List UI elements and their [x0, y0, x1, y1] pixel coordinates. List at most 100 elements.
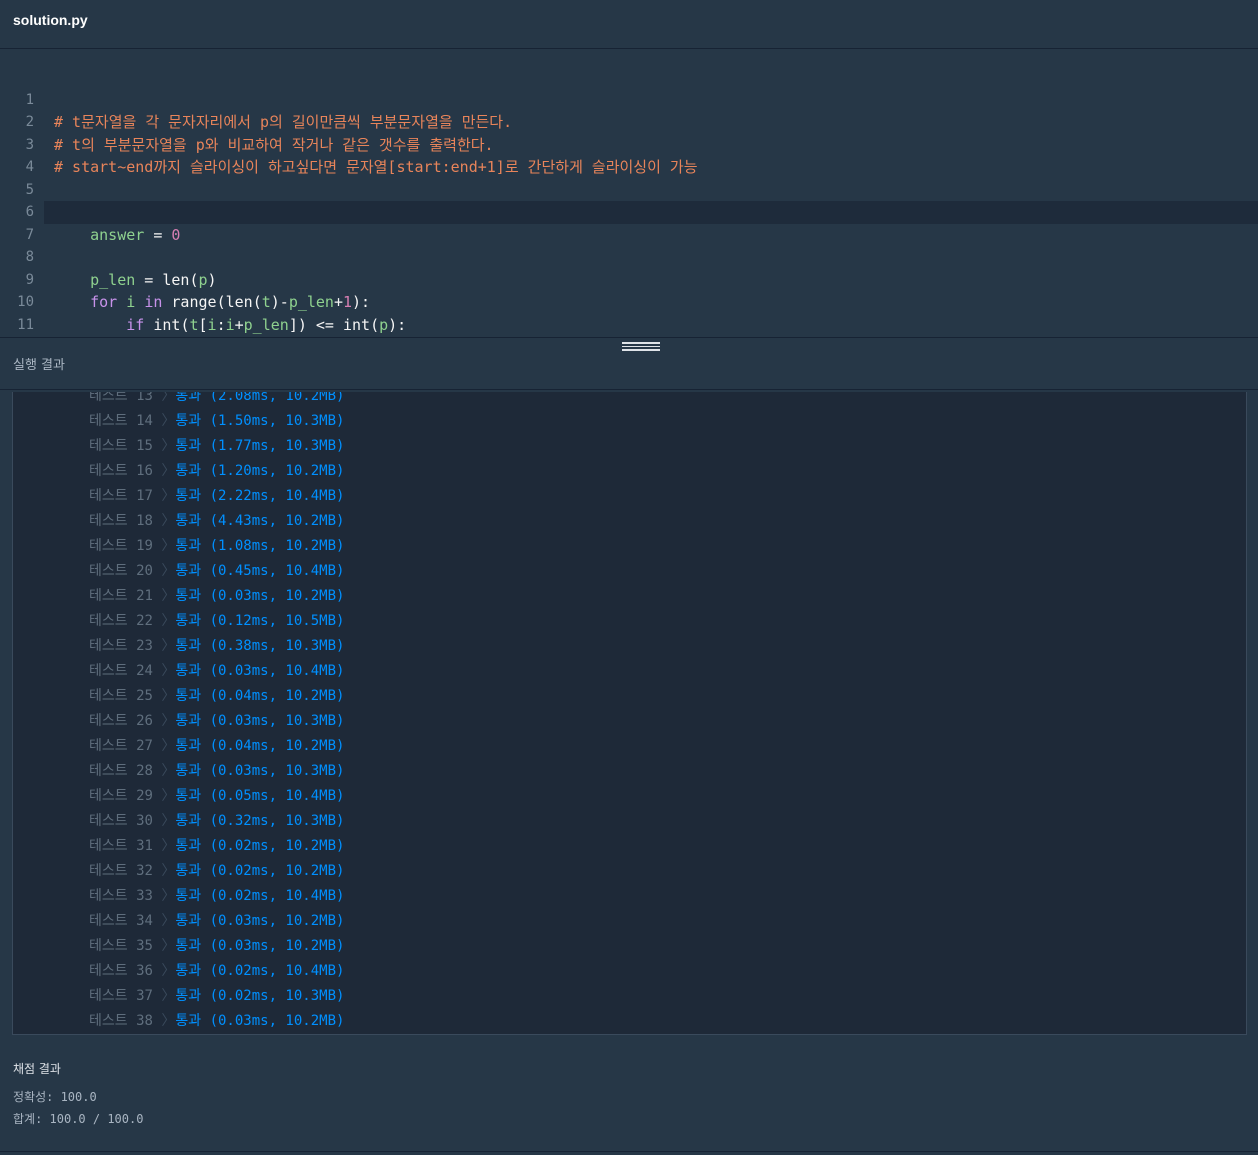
test-status: 통과: [175, 463, 202, 479]
test-status: 통과: [175, 588, 202, 604]
test-status: 통과: [175, 738, 202, 754]
test-number: 30: [136, 813, 153, 829]
test-number: 34: [136, 913, 153, 929]
test-label: 테스트: [89, 413, 128, 429]
test-label: 테스트: [89, 738, 128, 754]
code-line: 6 answer = 0: [0, 179, 1258, 244]
test-detail: (0.03ms, 10.3MB): [209, 713, 345, 729]
test-status: 통과: [175, 563, 202, 579]
test-label: 테스트: [89, 713, 128, 729]
chevron-right-icon: 〉: [161, 438, 176, 454]
file-tab-solution[interactable]: solution.py: [13, 12, 88, 28]
test-status: 통과: [175, 888, 202, 904]
test-detail: (0.03ms, 10.2MB): [209, 1013, 345, 1029]
test-status: 통과: [175, 488, 202, 504]
test-detail: (0.02ms, 10.4MB): [209, 963, 345, 979]
test-result-row: 테스트 38 〉통과 (0.03ms, 10.2MB): [89, 1009, 344, 1034]
test-detail: (1.20ms, 10.2MB): [209, 463, 345, 479]
test-detail: (0.03ms, 10.3MB): [209, 763, 345, 779]
code-line: 8 p_len = len(p): [0, 224, 1258, 289]
test-detail: (0.45ms, 10.4MB): [209, 563, 345, 579]
code-editor[interactable]: 1 # t문자열을 각 문자자리에서 p의 길이만큼씩 부분문자열을 만든다. …: [0, 49, 1258, 337]
resize-handle-icon[interactable]: [622, 341, 660, 351]
pane-splitter: [0, 337, 1258, 338]
test-detail: (1.50ms, 10.3MB): [209, 413, 345, 429]
code-line: 11 answer += 1: [0, 291, 1258, 333]
code-line: 5 def solution(t, p):: [0, 156, 1258, 222]
test-status: 통과: [175, 913, 202, 929]
test-number: 33: [136, 888, 153, 904]
test-result-row: 테스트 35 〉통과 (0.03ms, 10.2MB): [89, 934, 344, 959]
chevron-right-icon: 〉: [161, 763, 176, 779]
code-line: 1 # t문자열을 각 문자자리에서 p의 길이만큼씩 부분문자열을 만든다.: [0, 66, 1258, 132]
test-detail: (0.38ms, 10.3MB): [209, 638, 345, 654]
test-result-row: 테스트 13 〉통과 (2.08ms, 10.2MB): [89, 392, 344, 409]
test-detail: (0.02ms, 10.3MB): [209, 988, 345, 1004]
test-detail: (0.12ms, 10.5MB): [209, 613, 345, 629]
chevron-right-icon: 〉: [161, 538, 176, 554]
test-result-row: 테스트 33 〉통과 (0.02ms, 10.4MB): [89, 884, 344, 909]
chevron-right-icon: 〉: [161, 863, 176, 879]
test-label: 테스트: [89, 863, 128, 879]
test-detail: (1.77ms, 10.3MB): [209, 438, 345, 454]
test-result-row: 테스트 17 〉통과 (2.22ms, 10.4MB): [89, 484, 344, 509]
chevron-right-icon: 〉: [161, 392, 176, 404]
test-detail: (0.04ms, 10.2MB): [209, 738, 345, 754]
test-detail: (0.03ms, 10.2MB): [209, 588, 345, 604]
divider: [0, 1151, 1258, 1152]
test-number: 16: [136, 463, 153, 479]
chevron-right-icon: 〉: [161, 713, 176, 729]
code-line: 12 return answer: [0, 314, 1258, 337]
test-detail: (0.03ms, 10.4MB): [209, 663, 345, 679]
test-label: 테스트: [89, 513, 128, 529]
test-label: 테스트: [89, 788, 128, 804]
test-number: 22: [136, 613, 153, 629]
test-number: 21: [136, 588, 153, 604]
test-status: 통과: [175, 963, 202, 979]
test-label: 테스트: [89, 988, 128, 1004]
test-result-row: 테스트 32 〉통과 (0.02ms, 10.2MB): [89, 859, 344, 884]
test-detail: (0.32ms, 10.3MB): [209, 813, 345, 829]
test-result-row: 테스트 36 〉통과 (0.02ms, 10.4MB): [89, 959, 344, 984]
test-status: 통과: [175, 863, 202, 879]
test-detail: (0.05ms, 10.4MB): [209, 788, 345, 804]
code-line: 2 # t의 부분문자열을 p와 비교하여 작거나 같은 갯수를 출력한다.: [0, 89, 1258, 154]
editor-header: solution.py: [0, 0, 1258, 49]
test-result-row: 테스트 19 〉통과 (1.08ms, 10.2MB): [89, 534, 344, 559]
test-status: 통과: [175, 788, 202, 804]
test-detail: (4.43ms, 10.2MB): [209, 513, 345, 529]
chevron-right-icon: 〉: [161, 488, 176, 504]
test-label: 테스트: [89, 463, 128, 479]
test-number: 29: [136, 788, 153, 804]
chevron-right-icon: 〉: [161, 838, 176, 854]
test-result-row: 테스트 27 〉통과 (0.04ms, 10.2MB): [89, 734, 344, 759]
chevron-right-icon: 〉: [161, 563, 176, 579]
test-detail: (0.02ms, 10.2MB): [209, 838, 345, 854]
test-number: 18: [136, 513, 153, 529]
accuracy-score: 정확성: 100.0: [13, 1090, 97, 1104]
test-number: 36: [136, 963, 153, 979]
chevron-right-icon: 〉: [161, 588, 176, 604]
result-console[interactable]: 테스트 13 〉통과 (2.08ms, 10.2MB) 테스트 14 〉통과 (1…: [12, 392, 1247, 1035]
test-number: 32: [136, 863, 153, 879]
test-detail: (0.04ms, 10.2MB): [209, 688, 345, 704]
test-number: 15: [136, 438, 153, 454]
test-result-row: 테스트 26 〉통과 (0.03ms, 10.3MB): [89, 709, 344, 734]
test-result-row: 테스트 14 〉통과 (1.50ms, 10.3MB): [89, 409, 344, 434]
test-result-row: 테스트 21 〉통과 (0.03ms, 10.2MB): [89, 584, 344, 609]
test-result-row: 테스트 30 〉통과 (0.32ms, 10.3MB): [89, 809, 344, 834]
test-detail: (2.22ms, 10.4MB): [209, 488, 345, 504]
test-status: 통과: [175, 813, 202, 829]
chevron-right-icon: 〉: [161, 413, 176, 429]
chevron-right-icon: 〉: [161, 463, 176, 479]
test-detail: (0.03ms, 10.2MB): [209, 913, 345, 929]
test-label: 테스트: [89, 538, 128, 554]
test-result-row: 테스트 29 〉통과 (0.05ms, 10.4MB): [89, 784, 344, 809]
test-detail: (0.02ms, 10.4MB): [209, 888, 345, 904]
test-number: 26: [136, 713, 153, 729]
test-number: 17: [136, 488, 153, 504]
test-result-row: 테스트 34 〉통과 (0.03ms, 10.2MB): [89, 909, 344, 934]
test-status: 통과: [175, 392, 202, 404]
chevron-right-icon: 〉: [161, 963, 176, 979]
test-result-row: 테스트 31 〉통과 (0.02ms, 10.2MB): [89, 834, 344, 859]
